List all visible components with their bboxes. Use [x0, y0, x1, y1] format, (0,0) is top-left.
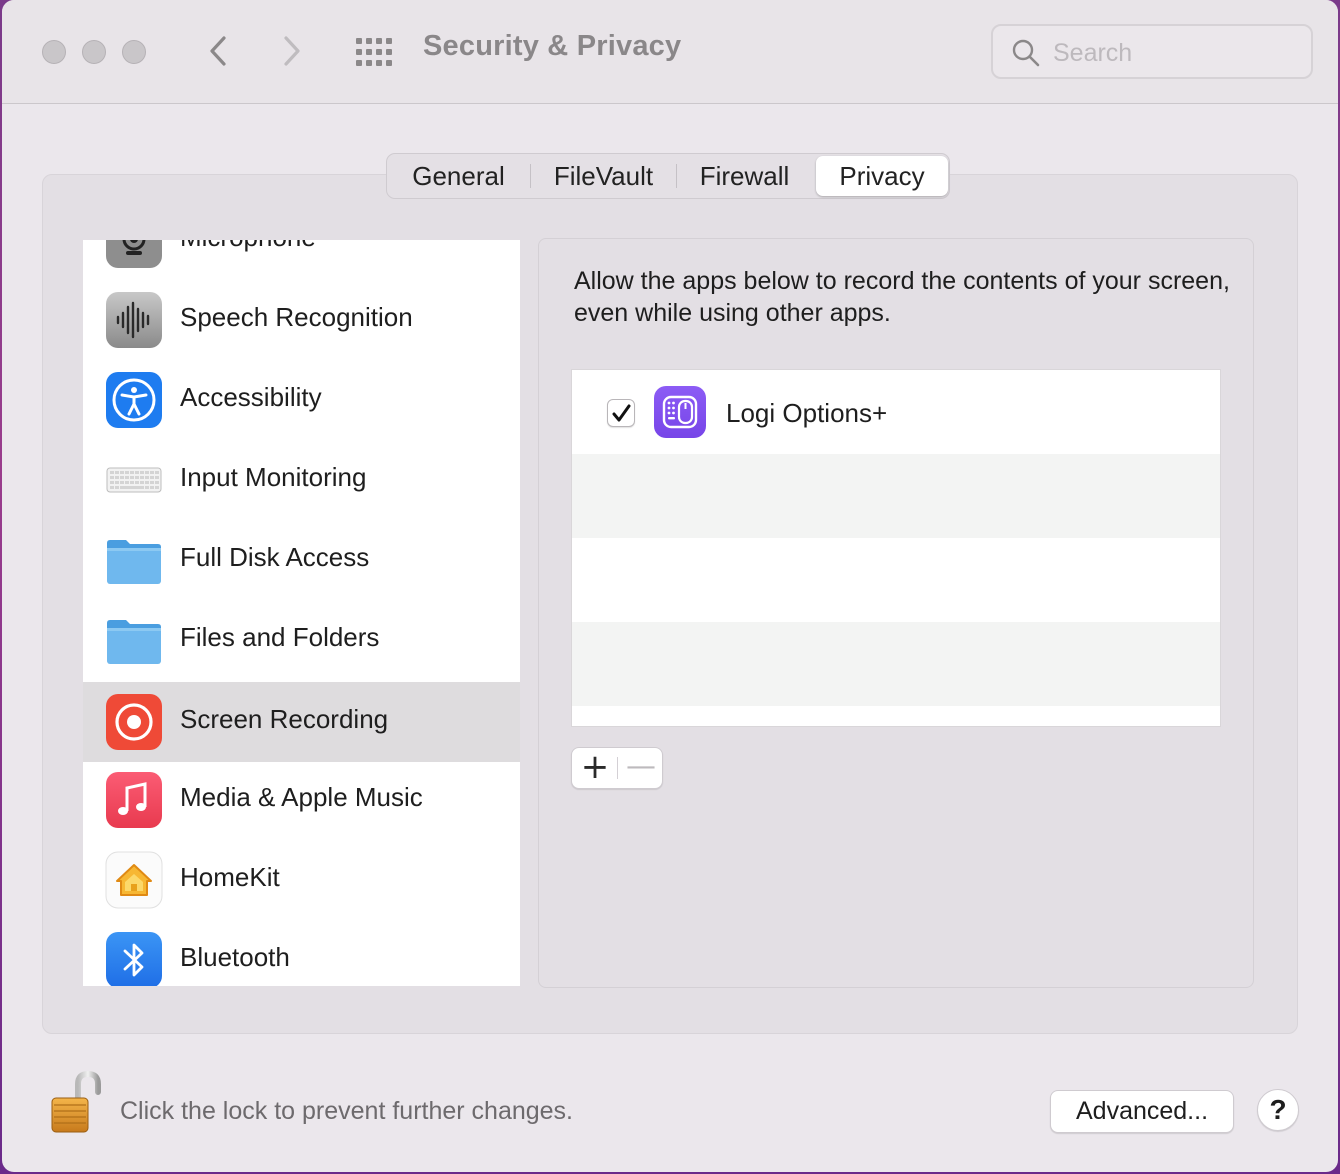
- help-button[interactable]: ?: [1257, 1089, 1299, 1131]
- sidebar-item-bluetooth[interactable]: Bluetooth: [83, 920, 520, 986]
- sidebar-item-label: Input Monitoring: [180, 462, 367, 492]
- close-window-button[interactable]: [42, 40, 66, 64]
- microphone-icon: [106, 240, 162, 268]
- checkmark-icon: [612, 404, 631, 422]
- tab-general[interactable]: General: [387, 156, 530, 196]
- search-field[interactable]: [991, 24, 1313, 79]
- window-title: Security & Privacy: [423, 30, 682, 62]
- sidebar-item-full-disk-access[interactable]: Full Disk Access: [83, 520, 520, 600]
- show-all-grid-icon[interactable]: [354, 36, 394, 68]
- back-button[interactable]: [198, 28, 238, 74]
- sidebar-item-label: Media & Apple Music: [180, 782, 423, 812]
- sidebar-item-label: Screen Recording: [180, 704, 389, 734]
- keyboard-icon: [106, 467, 162, 493]
- tab-filevault[interactable]: FileVault: [531, 156, 676, 196]
- screen-recording-icon: [106, 694, 162, 750]
- search-icon: [1012, 39, 1040, 67]
- folder-icon: [107, 540, 161, 584]
- privacy-category-list[interactable]: Microphone Speech Recognition Accessibil…: [83, 240, 520, 986]
- bluetooth-icon: [106, 932, 162, 986]
- search-input[interactable]: [1053, 36, 1293, 70]
- tab-firewall[interactable]: Firewall: [677, 156, 812, 196]
- chevron-left-icon: [210, 36, 226, 66]
- tab-bar: General FileVault Firewall Privacy: [386, 153, 950, 199]
- sidebar-item-label: Bluetooth: [180, 942, 290, 972]
- logi-options-icon: [654, 386, 706, 438]
- title-bar: Security & Privacy: [2, 0, 1338, 104]
- folder-icon: [107, 620, 161, 664]
- tab-privacy[interactable]: Privacy: [816, 156, 948, 196]
- sidebar-item-microphone[interactable]: Microphone: [83, 240, 520, 280]
- sidebar-item-label: Files and Folders: [180, 622, 380, 652]
- chevron-right-icon: [284, 36, 300, 66]
- empty-row: [572, 454, 1220, 538]
- add-remove-control: + —: [571, 747, 663, 789]
- empty-row: [572, 538, 1220, 622]
- home-icon: [105, 851, 163, 909]
- sidebar-item-speech-recognition[interactable]: Speech Recognition: [83, 280, 520, 360]
- add-app-button[interactable]: +: [572, 748, 618, 788]
- sidebar-item-screen-recording[interactable]: Screen Recording: [83, 682, 520, 762]
- sidebar-item-label: HomeKit: [180, 862, 280, 892]
- sidebar-item-accessibility[interactable]: Accessibility: [83, 360, 520, 440]
- panel-description: Allow the apps below to record the conte…: [574, 267, 1230, 327]
- advanced-button[interactable]: Advanced...: [1050, 1090, 1234, 1133]
- app-enable-checkbox[interactable]: [607, 399, 635, 427]
- sidebar-item-label: Microphone: [180, 240, 316, 253]
- app-name: Logi Options+: [726, 398, 888, 428]
- sidebar-item-homekit[interactable]: HomeKit: [83, 840, 520, 920]
- remove-app-button[interactable]: —: [618, 748, 664, 788]
- empty-row: [572, 622, 1220, 706]
- sidebar-item-label: Accessibility: [180, 382, 322, 412]
- music-icon: [106, 772, 162, 828]
- zoom-window-button[interactable]: [122, 40, 146, 64]
- accessibility-icon: [106, 372, 162, 428]
- unlocked-padlock-icon[interactable]: [48, 1070, 104, 1136]
- sidebar-item-input-monitoring[interactable]: Input Monitoring: [83, 440, 520, 520]
- minimize-window-button[interactable]: [82, 40, 106, 64]
- list-item[interactable]: Logi Options+: [572, 370, 1220, 454]
- sidebar-item-label: Full Disk Access: [180, 542, 370, 572]
- forward-button[interactable]: [272, 28, 312, 74]
- sidebar-item-label: Speech Recognition: [180, 302, 413, 332]
- sidebar-item-media-apple-music[interactable]: Media & Apple Music: [83, 760, 520, 840]
- app-list[interactable]: Logi Options+: [571, 369, 1221, 727]
- lock-status-text: Click the lock to prevent further change…: [120, 1097, 574, 1125]
- sidebar-item-files-and-folders[interactable]: Files and Folders: [83, 600, 520, 680]
- speech-recognition-icon: [106, 292, 162, 348]
